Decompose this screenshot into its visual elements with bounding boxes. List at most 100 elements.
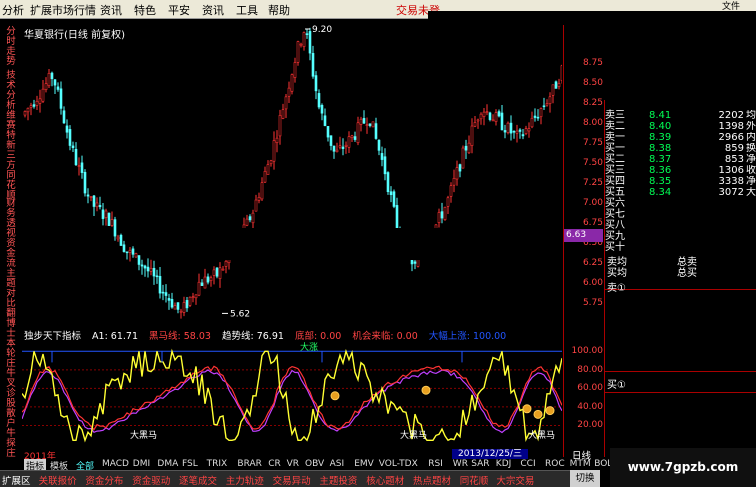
order-book-row[interactable]: 买三 8.36 1306 收 <box>605 165 756 176</box>
candle-body <box>95 202 99 208</box>
menu-info[interactable]: 资讯 <box>100 2 122 18</box>
order-book-row[interactable]: 买一 8.38 859 换 <box>605 143 756 154</box>
vtab-theme-compare[interactable]: 主题对比 <box>4 269 18 309</box>
candle-body <box>293 62 297 78</box>
order-level-label: 买十 <box>605 242 625 253</box>
indicator-tab[interactable]: FSL <box>182 459 198 469</box>
order-book-summary-row: 卖均 总卖 <box>605 257 756 268</box>
indicator-tab[interactable]: WR <box>453 459 468 469</box>
candle-body <box>197 281 201 296</box>
candle-body <box>497 111 501 117</box>
indicator-tab[interactable]: BRAR <box>237 459 261 469</box>
vtab-intraday[interactable]: 分时走势 <box>4 27 18 67</box>
indicator-chart[interactable]: 大黑马 大黑马 大黑马 大涨 <box>22 340 562 450</box>
redaction-box <box>212 228 542 260</box>
indicator-tab[interactable]: VR <box>287 459 299 469</box>
menu-news[interactable]: 资讯 <box>202 2 224 18</box>
candle-body <box>287 87 291 97</box>
candle-body <box>38 98 42 104</box>
order-level-label: 买七 <box>605 209 625 220</box>
indicator-tab[interactable]: SAR <box>471 459 489 469</box>
candle-body <box>140 264 144 267</box>
vtab-dr-fan[interactable]: 翻博士 <box>4 309 18 339</box>
menu-features[interactable]: 特色 <box>134 2 156 18</box>
indicator-tab[interactable]: TRIX <box>207 459 228 469</box>
indicator-tab[interactable]: MACD <box>102 459 129 469</box>
order-book-row[interactable]: 卖三 8.41 2202 均 <box>605 110 756 121</box>
order-extra-label: 净 <box>746 154 756 165</box>
candle-body <box>194 294 198 299</box>
candle-body <box>65 125 69 133</box>
indicator-tab[interactable]: VOL-TDX <box>379 459 418 469</box>
indicator-tab[interactable]: KDJ <box>496 459 512 469</box>
order-book-row[interactable]: 买四 8.35 3338 净 <box>605 176 756 187</box>
candle-body <box>107 212 111 226</box>
indicator-tab[interactable]: OBV <box>305 459 324 469</box>
order-book-row[interactable]: 买七 <box>605 209 756 220</box>
menu-pingan[interactable]: 平安 <box>168 2 190 18</box>
candle-body <box>320 104 324 114</box>
order-book-row[interactable]: 卖一 8.39 2966 内 <box>605 132 756 143</box>
candle-body <box>353 136 357 140</box>
candle-body <box>257 196 261 201</box>
candlestick-chart[interactable]: 9.20 5.62 <box>22 25 562 325</box>
switch-button[interactable]: 切换 <box>570 470 600 487</box>
vtab-10jqka[interactable]: 同花顺 <box>4 171 18 201</box>
candle-body <box>254 199 258 212</box>
candle-body <box>512 130 516 133</box>
menu-extended-market[interactable]: 扩展市场行情 <box>30 2 96 18</box>
bottom-tab[interactable]: 扩展区 <box>2 473 31 487</box>
vtab-dealer[interactable]: 本轮庄 <box>4 339 18 369</box>
candle-body <box>248 216 252 221</box>
indicator-tab[interactable]: ROC <box>545 459 565 469</box>
order-book-row[interactable]: 买六 <box>605 198 756 209</box>
menu-help[interactable]: 帮助 <box>268 2 290 18</box>
order-book-rule <box>605 371 756 372</box>
candle-body <box>377 139 381 151</box>
price-tick-label: 8.50 <box>582 78 603 88</box>
bottom-tab[interactable]: 交易异动 <box>273 473 311 487</box>
bottom-tab[interactable]: 核心题材 <box>366 473 404 487</box>
bottom-tab[interactable]: 关联报价 <box>39 473 77 487</box>
candle-body <box>368 123 372 126</box>
bottom-tab[interactable]: 大宗交易 <box>496 473 534 487</box>
order-level-label: 买九 <box>605 231 625 242</box>
bottom-tab[interactable]: 主力轨迹 <box>226 473 264 487</box>
bottom-tab[interactable]: 资金分布 <box>85 473 123 487</box>
order-book-row[interactable]: 买五 8.34 3072 大 <box>605 187 756 198</box>
indicator-tab[interactable]: ASI <box>330 459 345 469</box>
bottom-tab[interactable]: 热点题材 <box>413 473 451 487</box>
order-book-row[interactable]: 卖二 8.40 1398 外 <box>605 121 756 132</box>
order-book-row[interactable]: 买八 <box>605 220 756 231</box>
candle-body <box>527 128 531 132</box>
candle-body <box>437 212 441 223</box>
indicator-tab[interactable]: CCI <box>520 459 535 469</box>
candle-body <box>476 119 480 122</box>
indicator-tab[interactable]: RSI <box>428 459 443 469</box>
order-price: 8.40 <box>649 121 672 132</box>
indicator-tab[interactable]: DMA <box>157 459 178 469</box>
bottom-tab[interactable]: 主题投资 <box>319 473 357 487</box>
vtab-weisaite[interactable]: 维赛特 <box>4 111 18 141</box>
indicator-tab[interactable]: CR <box>268 459 281 469</box>
vtab-probe[interactable]: 探庄 <box>4 439 18 459</box>
order-book-row[interactable]: 买十 <box>605 242 756 253</box>
vtab-finance[interactable]: 财务透视 <box>4 199 18 239</box>
candle-body <box>371 121 375 128</box>
bottom-tab[interactable]: 逐笔成交 <box>179 473 217 487</box>
indicator-tab[interactable]: EMV <box>354 459 374 469</box>
vtab-fund-flow[interactable]: 资金流 <box>4 239 18 269</box>
indicator-tab[interactable]: MTM <box>570 459 591 469</box>
bottom-tab[interactable]: 同花顺 <box>460 473 489 487</box>
menu-analysis[interactable]: 分析 <box>2 2 24 18</box>
order-book-row[interactable]: 买九 <box>605 231 756 242</box>
vtab-new-third[interactable]: 新三方 <box>4 141 18 171</box>
bottom-tab[interactable]: 资金驱动 <box>132 473 170 487</box>
vtab-retail[interactable]: 散户牛 <box>4 409 18 439</box>
candle-body <box>113 219 117 237</box>
vtab-diagnosis[interactable]: 牛叉诊股 <box>4 369 18 409</box>
indicator-tab[interactable]: DMI <box>133 459 150 469</box>
vtab-technical[interactable]: 技术分析 <box>4 71 18 111</box>
menu-tools[interactable]: 工具 <box>236 2 258 18</box>
order-book-row[interactable]: 买二 8.37 853 净 <box>605 154 756 165</box>
